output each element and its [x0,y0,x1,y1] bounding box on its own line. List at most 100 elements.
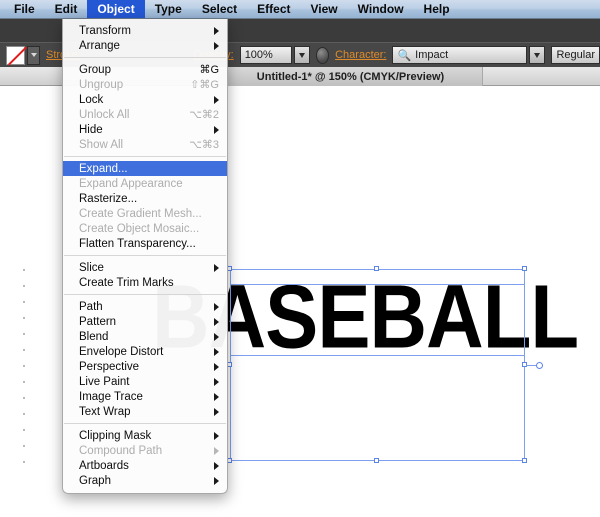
menu-item-live-paint[interactable]: Live Paint [63,374,227,389]
menu-item-label: Create Trim Marks [79,276,174,289]
menu-item-graph[interactable]: Graph [63,473,227,488]
menu-item-show-all: Show All ⌥⌘3 [63,137,227,152]
selection-handle-top-center[interactable] [374,266,379,271]
submenu-arrow-icon [214,377,219,386]
character-label: Character: [335,49,387,61]
menu-item-label: Pattern [79,315,117,328]
menubar-item-label: Help [423,2,450,16]
menu-item-label: Envelope Distort [79,345,164,358]
menu-item-flatten-transparency[interactable]: Flatten Transparency... [63,236,227,251]
menu-separator [64,255,226,256]
menu-item-shortcut: ⇧⌘G [190,79,219,91]
submenu-arrow-icon [214,317,219,326]
menu-item-label: Ungroup [79,78,124,91]
rotate-handle[interactable] [536,362,543,369]
app-window: File Edit Object Type Select Effect View Window… [0,0,600,517]
menu-item-label: Blend [79,330,109,343]
menu-item-label: Flatten Transparency... [79,237,196,250]
menubar-item-view[interactable]: View [301,0,348,18]
menu-item-ungroup: Ungroup ⇧⌘G [63,77,227,92]
submenu-arrow-icon [214,347,219,356]
menu-item-text-wrap[interactable]: Text Wrap [63,404,227,419]
stroke-swatch-group[interactable] [6,45,40,65]
font-family-dropdown-button[interactable] [529,46,546,64]
menu-item-clipping-mask[interactable]: Clipping Mask [63,428,227,443]
menu-item-label: Path [79,300,103,313]
menubar-item-help[interactable]: Help [414,0,460,18]
menu-item-label: Live Paint [79,375,130,388]
menu-item-perspective[interactable]: Perspective [63,359,227,374]
menubar-item-object[interactable]: Object [87,0,145,18]
menu-item-image-trace[interactable]: Image Trace [63,389,227,404]
recolor-artwork-icon[interactable] [315,46,330,64]
menu-item-label: Artboards [79,459,129,472]
menubar-item-select[interactable]: Select [192,0,247,18]
opacity-input[interactable]: 100% [239,46,292,64]
menu-item-create-object-mosaic: Create Object Mosaic... [63,221,227,236]
menu-item-transform[interactable]: Transform [63,23,227,38]
document-tab[interactable]: Untitled-1* @ 150% (CMYK/Preview) [218,67,483,86]
menu-item-label: Graph [79,474,111,487]
submenu-arrow-icon [214,392,219,401]
font-family-input[interactable]: 🔍 Impact [392,46,528,64]
stroke-swatch-dropdown[interactable] [27,45,40,65]
menubar-item-label: Select [201,2,238,16]
menu-separator [64,156,226,157]
menu-separator [64,294,226,295]
menu-item-label: Text Wrap [79,405,131,418]
selection-handle-bottom-center[interactable] [374,458,379,463]
menubar-item-label: View [310,2,338,16]
opacity-control[interactable]: 100% [239,46,310,64]
font-style-input[interactable]: Regular [551,46,600,64]
opacity-dropdown-button[interactable] [293,46,310,64]
submenu-arrow-icon [214,461,219,470]
font-family-value: Impact [415,49,449,61]
menu-item-arrange[interactable]: Arrange [63,38,227,53]
menu-item-label: Unlock All [79,108,130,121]
menubar-item-file[interactable]: File [4,0,45,18]
menu-item-hide[interactable]: Hide [63,122,227,137]
menu-item-shortcut: ⌘G [199,64,219,76]
menu-item-label: Perspective [79,360,140,373]
submenu-arrow-icon [214,446,219,455]
object-menu-dropdown[interactable]: Transform Arrange Group ⌘G Ungroup ⇧⌘G Lock Unl… [62,19,228,494]
magnifier-icon: 🔍 [397,49,412,62]
menu-item-pattern[interactable]: Pattern [63,314,227,329]
menu-item-group[interactable]: Group ⌘G [63,62,227,77]
submenu-arrow-icon [214,476,219,485]
selection-handle-top-right[interactable] [522,266,527,271]
selection-bounding-box[interactable] [230,269,525,461]
menu-item-label: Show All [79,138,124,151]
menu-item-artboards[interactable]: Artboards [63,458,227,473]
menu-item-envelope-distort[interactable]: Envelope Distort [63,344,227,359]
menu-item-blend[interactable]: Blend [63,329,227,344]
menubar-item-edit[interactable]: Edit [45,0,88,18]
menu-separator [64,423,226,424]
font-family-control[interactable]: 🔍 Impact [392,46,546,64]
ruler-tick-marks [23,269,25,463]
submenu-arrow-icon [214,41,219,50]
menu-item-label: Compound Path [79,444,163,457]
menu-item-create-trim-marks[interactable]: Create Trim Marks [63,275,227,290]
menu-item-rasterize[interactable]: Rasterize... [63,191,227,206]
menubar-item-label: Type [154,2,182,16]
menu-item-label: Create Gradient Mesh... [79,207,202,220]
menubar-item-effect[interactable]: Effect [247,0,300,18]
menu-item-shortcut: ⌥⌘3 [189,139,219,151]
menu-item-label: Create Object Mosaic... [79,222,200,235]
submenu-arrow-icon [214,26,219,35]
menubar-item-label: Window [357,2,404,16]
menubar-item-window[interactable]: Window [348,0,414,18]
menu-item-expand[interactable]: Expand... [63,161,227,176]
menu-item-slice[interactable]: Slice [63,260,227,275]
menu-item-label: Transform [79,24,131,37]
menu-item-lock[interactable]: Lock [63,92,227,107]
selection-handle-bottom-right[interactable] [522,458,527,463]
os-menu-bar: File Edit Object Type Select Effect View Window… [0,0,600,19]
menubar-item-label: Effect [257,2,291,16]
menu-item-unlock-all: Unlock All ⌥⌘2 [63,107,227,122]
stroke-none-swatch[interactable] [6,45,25,65]
menu-item-path[interactable]: Path [63,299,227,314]
menubar-item-type[interactable]: Type [145,0,192,18]
menu-item-label: Lock [79,93,104,106]
